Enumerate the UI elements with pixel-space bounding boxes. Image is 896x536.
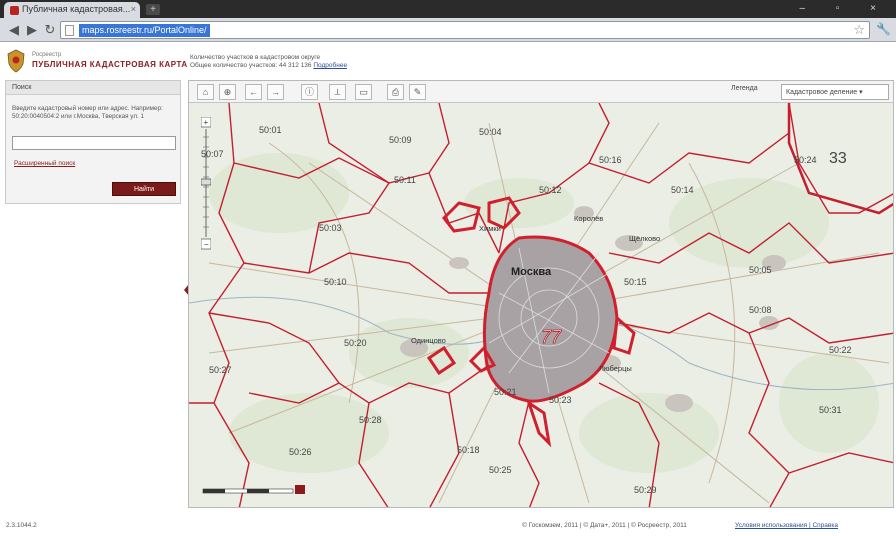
place-label: Щёлково xyxy=(629,234,660,243)
site-header: Росреестр ПУБЛИЧНАЯ КАДАСТРОВАЯ КАРТА Ко… xyxy=(0,43,896,83)
page-icon xyxy=(65,25,74,36)
region-number-label[interactable]: 77 xyxy=(541,327,563,348)
site-subtitle: Росреестр xyxy=(32,52,62,58)
coat-of-arms-icon xyxy=(7,49,25,73)
city-label[interactable]: Москва xyxy=(511,266,552,278)
district-label[interactable]: 50:29 xyxy=(634,485,657,495)
district-label[interactable]: 50:08 xyxy=(749,305,772,315)
district-label[interactable]: 50:04 xyxy=(479,127,502,137)
district-label[interactable]: 50:15 xyxy=(624,277,647,287)
layers-select[interactable]: Кадастровое деление ▾ xyxy=(781,84,889,100)
browser-tab[interactable]: Публичная кадастровая... × xyxy=(4,2,140,18)
map-viewport[interactable]: ⌂ ⊕ ← → ⓘ ⟂ ▭ ⎙ ✎ Легенда Кадастровое де… xyxy=(188,80,894,508)
browser-toolbar: ◀ ▶ ↻ maps.rosreestr.ru/PortalOnline/ ☆ … xyxy=(0,18,896,42)
tab-title: Публичная кадастровая... xyxy=(22,4,131,14)
header-info-line: Количество участков в кадастровом округе xyxy=(190,54,321,61)
district-label[interactable]: 50:10 xyxy=(324,277,347,287)
measure-icon[interactable]: ⟂ xyxy=(329,84,346,100)
site-title[interactable]: ПУБЛИЧНАЯ КАДАСТРОВАЯ КАРТА xyxy=(32,60,188,69)
zoom-slider[interactable]: + − xyxy=(201,117,211,251)
district-label[interactable]: 50:14 xyxy=(671,185,694,195)
district-label[interactable]: 50:20 xyxy=(344,338,367,348)
close-tab-icon[interactable]: × xyxy=(131,4,136,14)
bookmark-star-icon[interactable]: ☆ xyxy=(853,22,865,38)
map-toolbar: ⌂ ⊕ ← → ⓘ ⟂ ▭ ⎙ ✎ Легенда Кадастровое де… xyxy=(189,81,893,103)
district-label[interactable]: 50:21 xyxy=(494,387,517,397)
browser-tab-strip: Публичная кадастровая... × + – ▫ × xyxy=(0,0,896,18)
place-label: Люберцы xyxy=(599,364,632,373)
search-panel: Поиск Введите кадастровый номер или адре… xyxy=(5,80,181,204)
district-label[interactable]: 33 xyxy=(829,150,847,167)
details-link[interactable]: Подробнее xyxy=(313,62,347,69)
chevron-down-icon: ▾ xyxy=(859,89,863,96)
district-label[interactable]: 50:03 xyxy=(319,223,342,233)
place-label: Королёв xyxy=(574,214,603,223)
district-label[interactable]: 50:27 xyxy=(209,365,232,375)
info-icon[interactable]: ⓘ xyxy=(301,84,318,100)
district-label[interactable]: 50:23 xyxy=(549,395,572,405)
version-text: 2.3.1044.2 xyxy=(6,522,37,529)
find-button[interactable]: Найти xyxy=(112,182,176,196)
district-label[interactable]: 50:11 xyxy=(394,175,416,185)
district-label[interactable]: 50:28 xyxy=(359,415,382,425)
copyright-text: © Госкомзем, 2011 | © Дата+, 2011 | © Ро… xyxy=(522,522,687,529)
pan-back-icon[interactable]: ← xyxy=(245,84,262,100)
home-icon[interactable]: ⌂ xyxy=(197,84,214,100)
total-parcels-text: Общее количество участков: 44 312 136 xyxy=(190,62,312,69)
footer-links[interactable]: Условия использования | Справка xyxy=(735,522,838,529)
draw-icon[interactable]: ✎ xyxy=(409,84,426,100)
header-info-line: Общее количество участков: 44 312 136 По… xyxy=(190,62,347,69)
district-label[interactable]: 50:18 xyxy=(457,445,480,455)
wrench-icon[interactable]: 🔧 xyxy=(876,22,892,38)
district-label[interactable]: 50:05 xyxy=(749,265,772,275)
print-icon[interactable]: ⎙ xyxy=(387,84,404,100)
forward-arrow-icon[interactable]: ▶ xyxy=(24,22,40,38)
svg-text:+: + xyxy=(204,118,209,127)
new-tab-button[interactable]: + xyxy=(146,4,160,15)
search-hint: Введите кадастровый номер или адрес. Нап… xyxy=(12,105,163,121)
pan-forward-icon[interactable]: → xyxy=(267,84,284,100)
back-arrow-icon[interactable]: ◀ xyxy=(6,22,22,38)
district-label[interactable]: 50:22 xyxy=(829,345,852,355)
district-label[interactable]: 50:01 xyxy=(259,125,282,135)
folder-icon[interactable]: ▭ xyxy=(355,84,372,100)
layers-select-value: Кадастровое деление xyxy=(786,89,858,96)
page-footer: 2.3.1044.2 © Госкомзем, 2011 | © Дата+, … xyxy=(0,516,896,536)
district-label[interactable]: 50:31 xyxy=(819,405,842,415)
district-label[interactable]: 50:24 xyxy=(794,155,817,165)
district-label[interactable]: 50:16 xyxy=(599,155,622,165)
place-label: Химки xyxy=(479,224,501,233)
search-tab[interactable]: Поиск xyxy=(6,81,180,95)
favicon-icon xyxy=(10,6,19,15)
place-label: Одинцово xyxy=(411,336,446,345)
district-label[interactable]: 50:09 xyxy=(389,135,412,145)
zoom-in-icon[interactable]: ⊕ xyxy=(219,84,236,100)
extended-search-link[interactable]: Расширенный поиск xyxy=(14,160,75,167)
address-url[interactable]: maps.rosreestr.ru/PortalOnline/ xyxy=(79,24,210,37)
legend-button[interactable]: Легенда xyxy=(731,85,758,92)
svg-text:−: − xyxy=(204,240,209,249)
window-controls[interactable]: – ▫ × xyxy=(799,3,890,14)
map-canvas[interactable]: 50:01 50:04 50:09 50:07 50:12 50:14 50:1… xyxy=(189,103,894,508)
address-bar[interactable]: maps.rosreestr.ru/PortalOnline/ ☆ xyxy=(60,21,870,39)
district-label[interactable]: 50:12 xyxy=(539,185,562,195)
search-input[interactable] xyxy=(12,136,176,150)
district-label[interactable]: 50:26 xyxy=(289,447,312,457)
reload-icon[interactable]: ↻ xyxy=(42,22,58,38)
district-label[interactable]: 50:25 xyxy=(489,465,512,475)
